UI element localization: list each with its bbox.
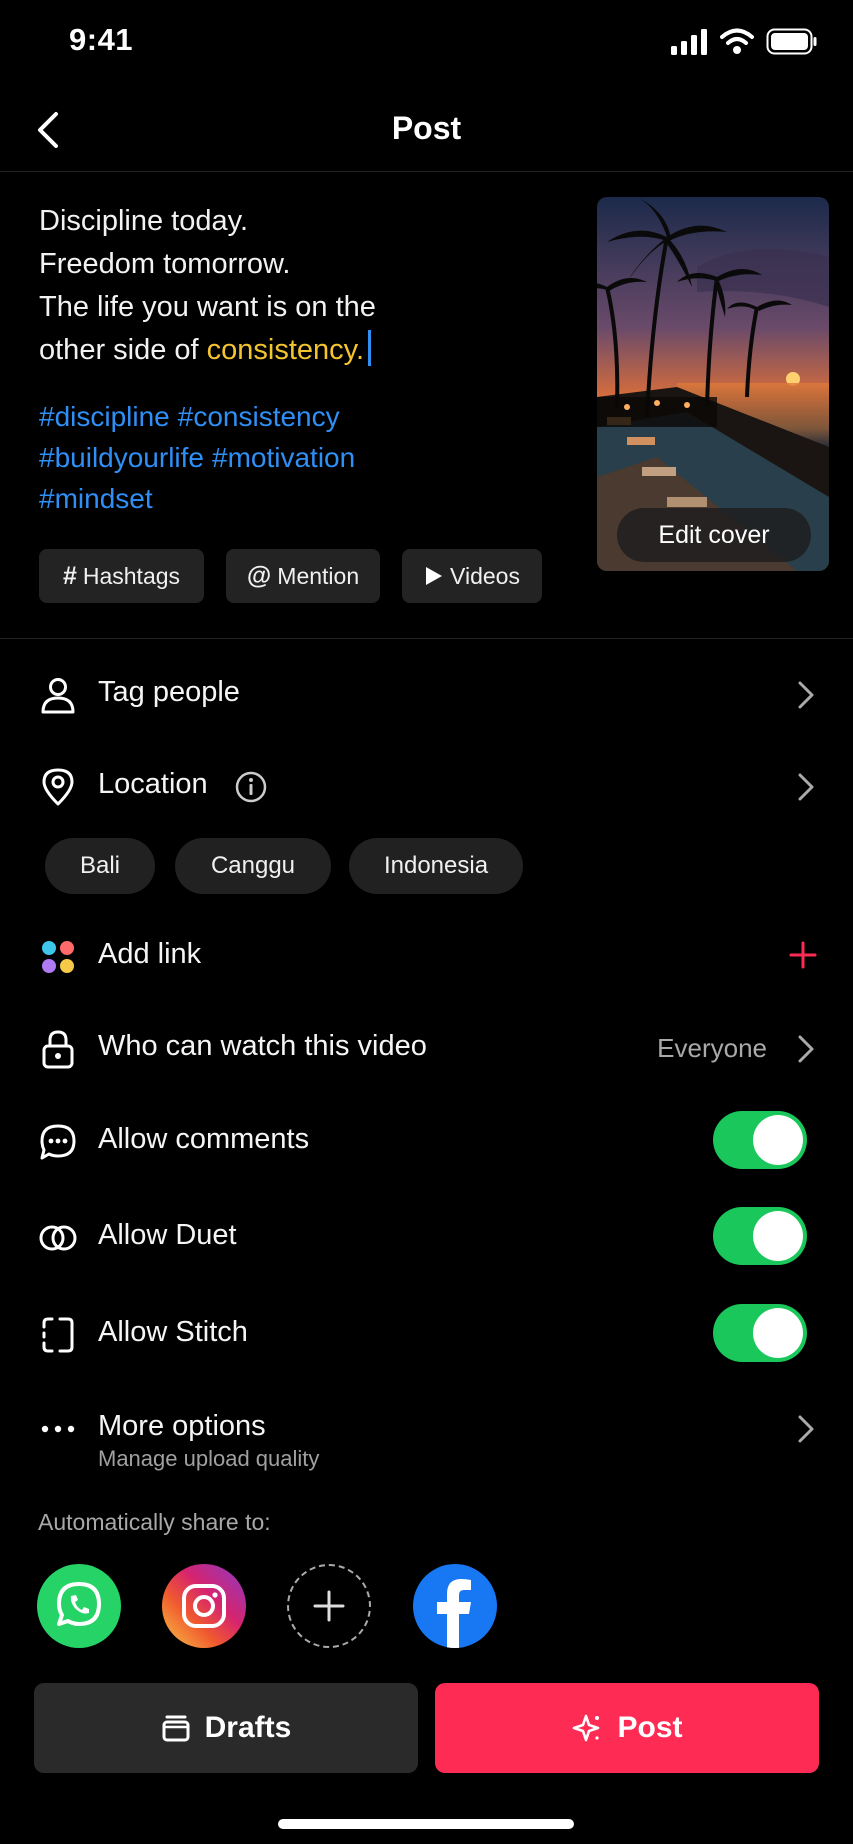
row-sublabel: Manage upload quality xyxy=(98,1446,320,1471)
facebook-share-button[interactable] xyxy=(413,1564,497,1648)
instagram-share-button[interactable] xyxy=(162,1564,246,1648)
row-label: Allow Stitch xyxy=(98,1316,248,1348)
whatsapp-icon xyxy=(57,1582,101,1626)
apps-icon xyxy=(42,941,74,973)
allow-comments-row: Allow comments xyxy=(0,1105,853,1175)
row-label: Tag people xyxy=(98,676,240,708)
chip-label: Videos xyxy=(450,562,520,589)
more-dots-icon xyxy=(41,1425,75,1433)
text-cursor xyxy=(368,330,372,366)
share-label: Automatically share to: xyxy=(38,1509,271,1535)
drafts-button[interactable]: Drafts xyxy=(34,1683,418,1773)
drafts-label: Drafts xyxy=(204,1711,292,1744)
chip-label: Hashtags xyxy=(82,562,181,589)
allow-duet-toggle[interactable] xyxy=(713,1207,807,1265)
plus-icon[interactable] xyxy=(789,941,817,969)
chevron-right-icon xyxy=(798,773,814,801)
hashtag[interactable]: #discipline xyxy=(39,401,170,432)
stitch-icon xyxy=(42,1317,74,1353)
add-link-row[interactable]: Add link xyxy=(0,920,853,990)
header-divider xyxy=(0,171,853,172)
home-indicator xyxy=(278,1819,574,1829)
row-label: More options xyxy=(98,1410,266,1442)
caption-highlight: consistency. xyxy=(206,334,365,366)
location-chip-canggu[interactable]: Canggu xyxy=(175,838,331,894)
chevron-right-icon xyxy=(798,1415,814,1443)
info-icon[interactable] xyxy=(234,770,268,804)
who-can-watch-row[interactable]: Who can watch this video Everyone xyxy=(0,1012,853,1082)
row-label: Location xyxy=(98,768,208,800)
caption-line: The life you want is on the xyxy=(39,291,376,323)
caption-input[interactable]: Discipline today. Freedom tomorrow. The … xyxy=(39,200,559,372)
row-label: Who can watch this video xyxy=(98,1030,427,1062)
play-icon xyxy=(426,567,443,585)
privacy-value: Everyone xyxy=(657,1033,767,1063)
toggle-knob xyxy=(753,1211,803,1261)
hashtag[interactable]: #buildyourlife xyxy=(39,442,204,473)
wifi-icon xyxy=(720,27,754,55)
sparkle-icon xyxy=(573,1714,600,1742)
battery-icon xyxy=(766,28,818,56)
mention-chip[interactable]: @ Mention xyxy=(226,549,380,603)
comment-icon xyxy=(40,1124,76,1160)
hashtag-list[interactable]: #discipline #consistency #buildyourlife #m… xyxy=(39,396,479,519)
location-pin-icon xyxy=(42,768,74,806)
page-title: Post xyxy=(391,110,462,146)
allow-stitch-toggle[interactable] xyxy=(713,1304,807,1362)
row-label: Allow comments xyxy=(98,1123,310,1155)
allow-stitch-row: Allow Stitch xyxy=(0,1298,853,1368)
more-options-row[interactable]: More options Manage upload quality xyxy=(0,1392,853,1482)
post-label: Post xyxy=(617,1711,683,1744)
hashtags-chip[interactable]: # Hashtags xyxy=(39,549,204,603)
location-chip-indonesia[interactable]: Indonesia xyxy=(349,838,523,894)
hashtag[interactable]: #motivation xyxy=(212,442,355,473)
instagram-icon xyxy=(182,1584,226,1628)
at-icon: @ xyxy=(246,561,272,590)
caption-line: Discipline today. xyxy=(39,205,249,237)
add-icon xyxy=(313,1590,345,1622)
hashtag[interactable]: #mindset xyxy=(39,483,153,514)
lock-icon xyxy=(42,1030,74,1069)
caption-line: other side of consistency. xyxy=(39,329,559,372)
chevron-right-icon xyxy=(798,1035,814,1063)
caption-line: Freedom tomorrow. xyxy=(39,248,291,280)
hash-icon: # xyxy=(62,561,77,590)
whatsapp-share-button[interactable] xyxy=(37,1564,121,1648)
row-label: Allow Duet xyxy=(98,1219,237,1251)
duet-icon xyxy=(39,1225,77,1251)
allow-duet-row: Allow Duet xyxy=(0,1201,853,1271)
location-row[interactable]: Location xyxy=(0,750,853,820)
add-share-target-button[interactable] xyxy=(287,1564,371,1648)
videos-chip[interactable]: Videos xyxy=(402,549,542,603)
tag-people-row[interactable]: Tag people xyxy=(0,658,853,728)
toggle-knob xyxy=(753,1308,803,1358)
person-icon xyxy=(41,678,75,714)
toggle-knob xyxy=(753,1115,803,1165)
signal-icon xyxy=(670,28,710,56)
caption-text: other side of xyxy=(39,334,207,366)
chip-label: Mention xyxy=(277,562,360,589)
drafts-icon xyxy=(162,1715,190,1742)
chevron-right-icon xyxy=(798,681,814,709)
status-time: 9:41 xyxy=(69,22,134,57)
hashtag[interactable]: #consistency xyxy=(178,401,340,432)
section-divider xyxy=(0,638,853,639)
location-chip-bali[interactable]: Bali xyxy=(45,838,155,894)
edit-cover-button[interactable]: Edit cover xyxy=(617,508,811,562)
post-button[interactable]: Post xyxy=(435,1683,819,1773)
facebook-icon xyxy=(437,1579,471,1648)
row-label: Add link xyxy=(98,938,202,970)
allow-comments-toggle[interactable] xyxy=(713,1111,807,1169)
